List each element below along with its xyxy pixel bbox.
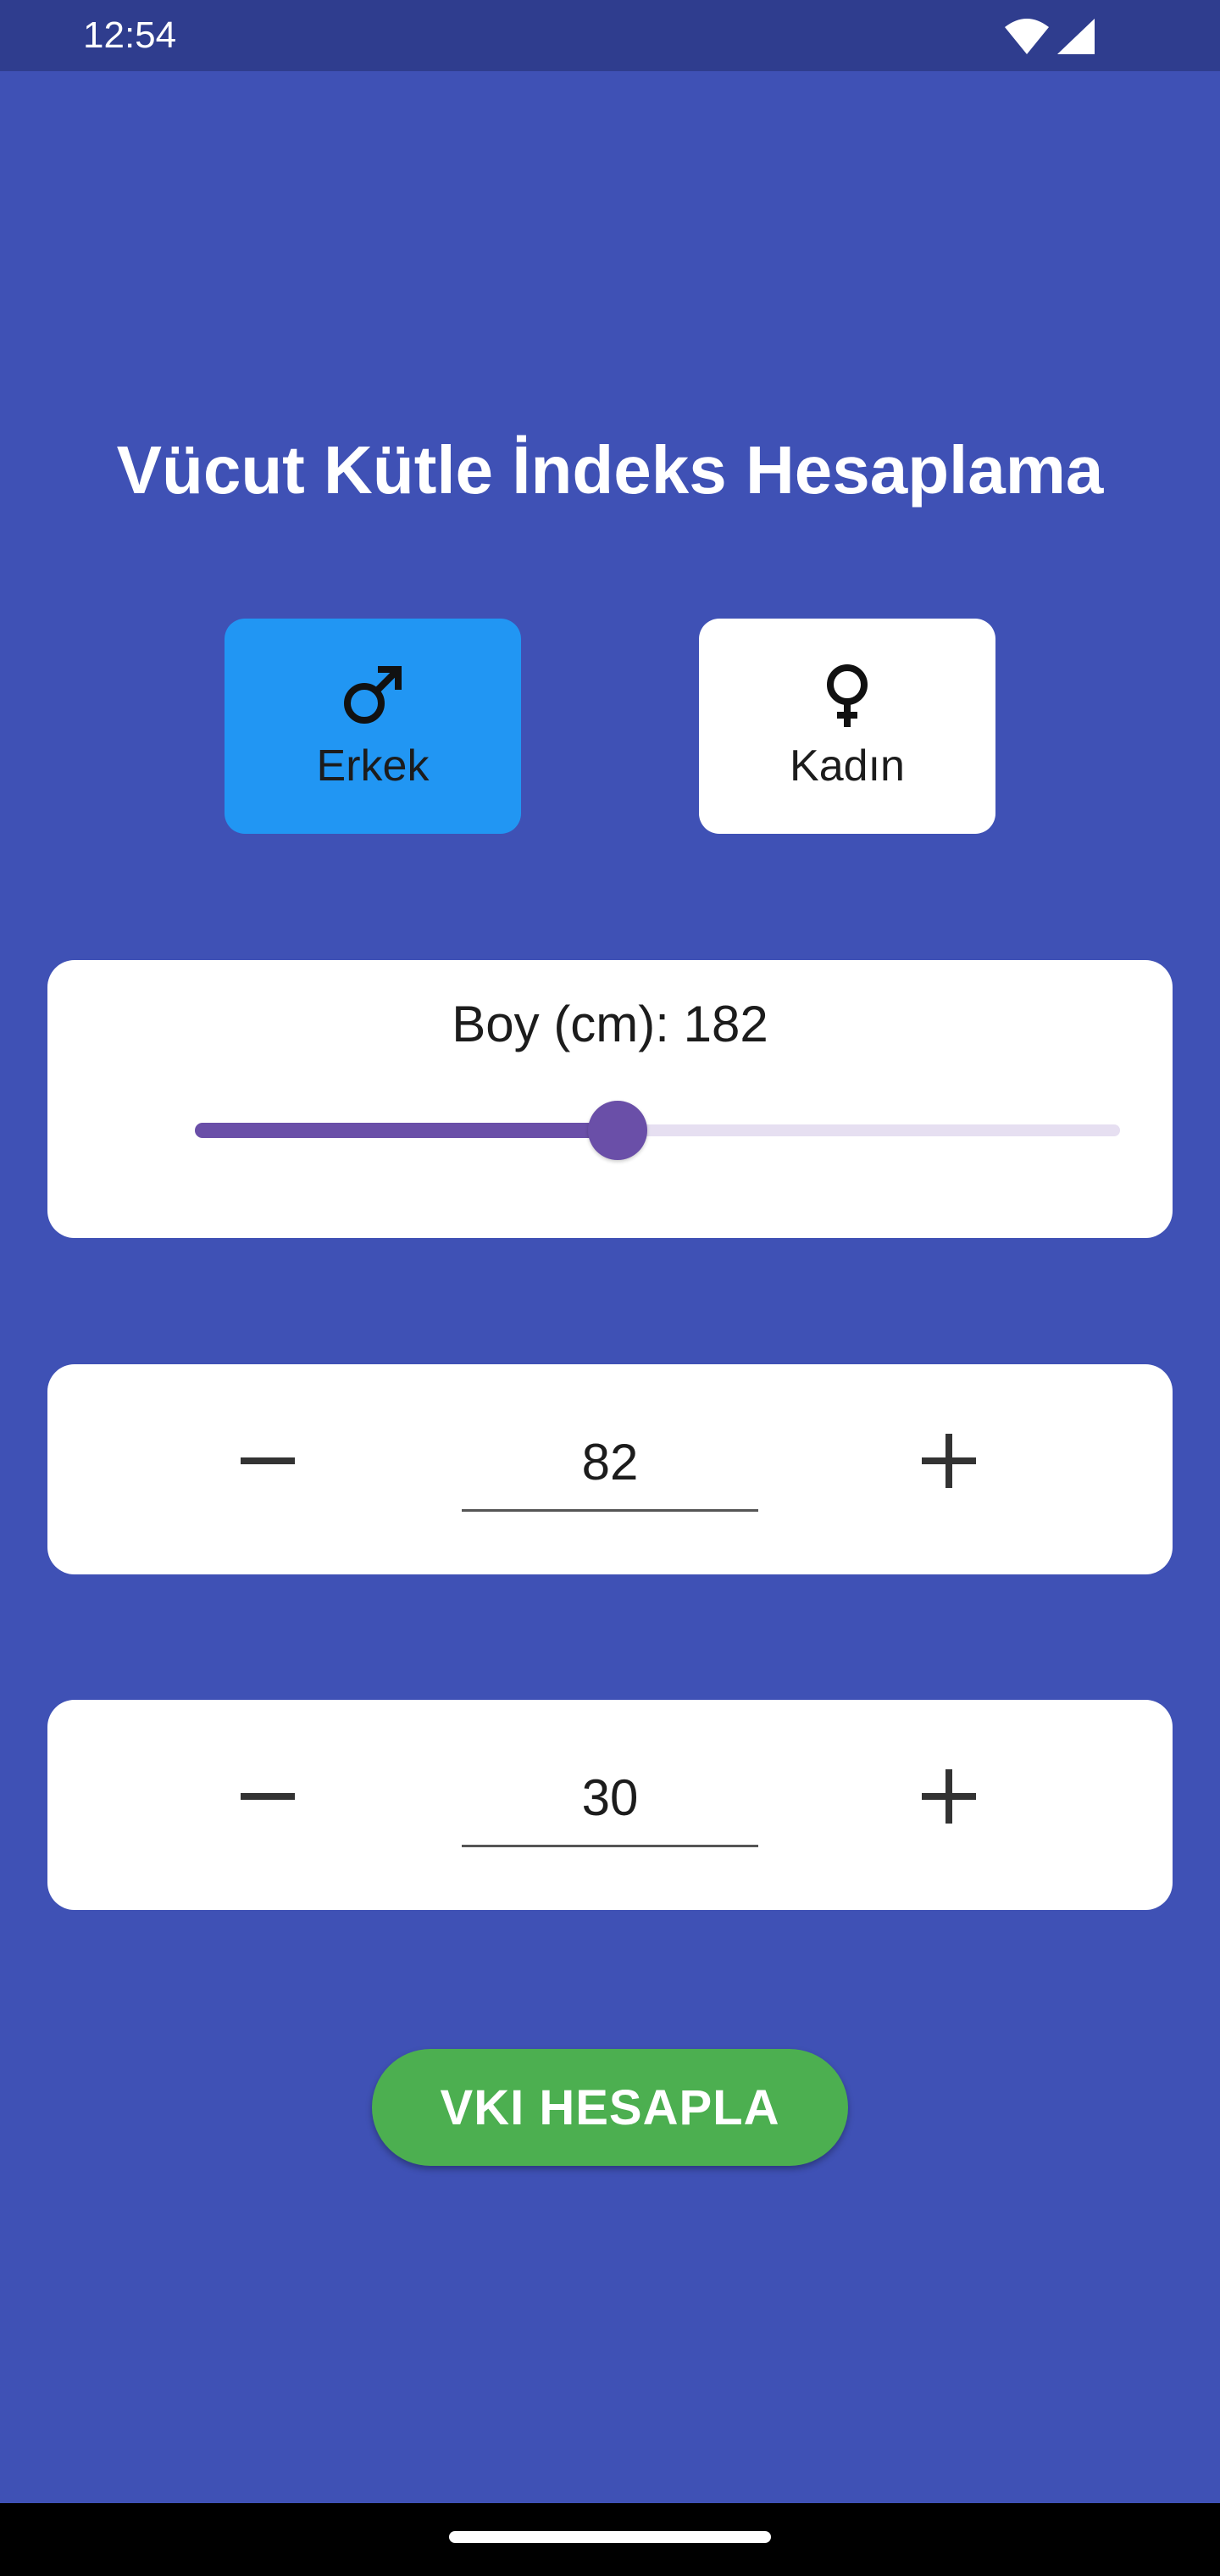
height-slider[interactable] (195, 1101, 1120, 1162)
status-icons (1005, 19, 1095, 54)
age-increment-button[interactable] (898, 1746, 1000, 1847)
female-symbol-icon (827, 664, 868, 727)
navigation-bar (0, 2503, 1220, 2576)
home-gesture-handle[interactable] (449, 2531, 771, 2543)
minus-icon (241, 1457, 295, 1464)
cellular-signal-icon (1057, 19, 1095, 54)
height-label: Boy (cm): 182 (452, 996, 768, 1052)
weight-stepper-card (47, 1364, 1173, 1574)
weight-decrement-button[interactable] (217, 1410, 319, 1512)
status-bar: 12:54 (0, 0, 1220, 71)
gender-male-label: Erkek (316, 741, 430, 791)
height-card: Boy (cm): 182 (47, 960, 1173, 1238)
minus-icon (241, 1793, 295, 1800)
weight-input[interactable] (462, 1415, 758, 1512)
slider-thumb[interactable] (588, 1101, 648, 1160)
wifi-icon (1005, 19, 1049, 54)
gender-female-label: Kadın (790, 741, 905, 791)
weight-increment-button[interactable] (898, 1410, 1000, 1512)
page-title: Vücut Kütle İndeks Hesaplama (116, 432, 1104, 508)
age-input[interactable] (462, 1751, 758, 1847)
status-time: 12:54 (83, 14, 177, 56)
age-stepper-card (47, 1700, 1173, 1910)
slider-fill (195, 1123, 618, 1138)
calculate-bmi-button[interactable]: VKI HESAPLA (372, 2049, 848, 2166)
age-decrement-button[interactable] (217, 1746, 319, 1847)
plus-icon (922, 1434, 976, 1488)
gender-female-button[interactable]: Kadın (699, 619, 995, 834)
male-symbol-icon (344, 666, 402, 724)
plus-icon (922, 1769, 976, 1824)
gender-male-button[interactable]: Erkek (225, 619, 521, 834)
